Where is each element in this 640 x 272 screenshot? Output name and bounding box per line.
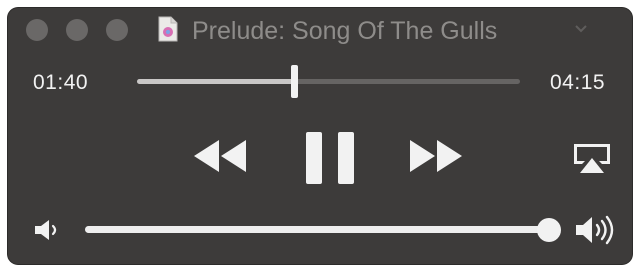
speaker-high-icon[interactable]: [574, 213, 618, 247]
speaker-low-icon[interactable]: [33, 217, 61, 243]
rewind-button[interactable]: [190, 136, 250, 176]
music-file-icon: [158, 16, 178, 42]
fast-forward-button[interactable]: [406, 136, 466, 176]
airplay-icon: [574, 144, 610, 173]
pause-icon: [306, 132, 354, 184]
minimize-button[interactable]: [66, 19, 88, 41]
fast-forward-icon: [410, 140, 462, 172]
title-bar[interactable]: Prelude: Song Of The Gulls: [8, 8, 632, 52]
airplay-button[interactable]: [572, 142, 612, 176]
player-window: Prelude: Song Of The Gulls 01:40 04:15: [8, 8, 632, 264]
window-title: Prelude: Song Of The Gulls: [192, 17, 498, 45]
close-button[interactable]: [26, 19, 48, 41]
elapsed-time: 01:40: [33, 71, 89, 94]
chevron-down-icon[interactable]: [574, 24, 588, 34]
rewind-icon: [194, 140, 246, 172]
volume-fill: [85, 226, 549, 233]
progress-thumb[interactable]: [291, 65, 299, 98]
pause-button[interactable]: [300, 126, 360, 188]
duration-time: 04:15: [550, 71, 606, 94]
zoom-button[interactable]: [106, 19, 128, 41]
volume-thumb[interactable]: [537, 218, 561, 242]
progress-slider[interactable]: [137, 65, 520, 98]
progress-fill: [137, 79, 295, 84]
volume-slider[interactable]: [85, 218, 561, 242]
